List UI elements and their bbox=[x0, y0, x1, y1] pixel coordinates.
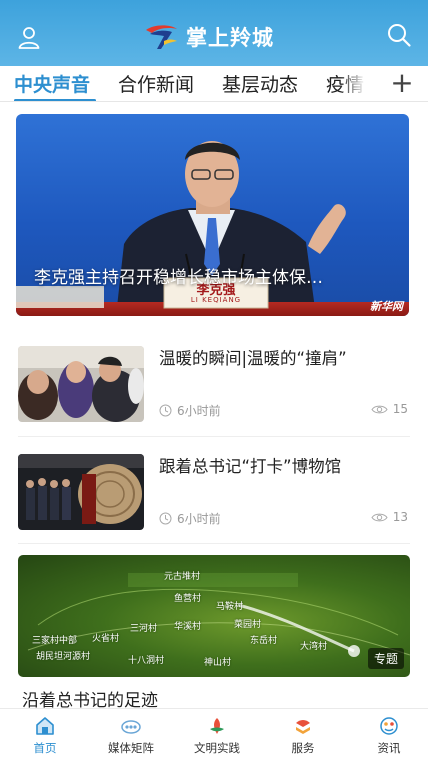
map-label: 华溪村 bbox=[174, 622, 202, 632]
map-label: 十八洞村 bbox=[128, 656, 165, 666]
map-label: 东岳村 bbox=[250, 636, 278, 646]
map-label: 菜园村 bbox=[234, 620, 262, 630]
nav-service-label: 服务 bbox=[291, 741, 315, 755]
news-time-text: 6小时前 bbox=[177, 512, 221, 526]
news-views-count: 13 bbox=[392, 510, 408, 524]
tab-grassroots-news[interactable]: 基层动态 bbox=[222, 70, 298, 97]
topic-tag: 专题 bbox=[367, 648, 404, 669]
news-item[interactable]: 跟着总书记“打卡”博物馆 6小时前 13 bbox=[18, 454, 410, 554]
tab-cooperation-news[interactable]: 合作新闻 bbox=[118, 70, 194, 97]
add-channel-button[interactable]: + bbox=[376, 66, 428, 101]
news-thumbnail bbox=[18, 346, 144, 422]
map-label: 马鞍村 bbox=[216, 602, 244, 612]
map-label: 神山村 bbox=[204, 658, 232, 668]
map-label: 大湾村 bbox=[300, 642, 328, 652]
nav-media-matrix-label: 媒体矩阵 bbox=[108, 741, 154, 755]
nav-service[interactable]: 服务 bbox=[268, 715, 338, 756]
news-title: 跟着总书记“打卡”博物馆 bbox=[159, 457, 342, 476]
news-thumbnail bbox=[18, 454, 144, 530]
app-header: 掌上羚城 bbox=[0, 0, 428, 66]
info-icon bbox=[380, 717, 398, 735]
news-views: 13 bbox=[371, 510, 408, 524]
map-label: 元古堆村 bbox=[164, 572, 201, 582]
tab-central-voice[interactable]: 中央声音 bbox=[14, 70, 90, 97]
app-logo-icon bbox=[146, 25, 177, 49]
news-time: 6小时前 bbox=[159, 402, 221, 419]
nav-civilization-practice[interactable]: 文明实践 bbox=[182, 715, 252, 756]
eye-icon bbox=[371, 405, 388, 413]
clock-icon bbox=[159, 512, 172, 525]
map-label: 三家村中部 bbox=[32, 636, 78, 646]
home-icon bbox=[36, 717, 54, 735]
clock-icon bbox=[159, 404, 172, 417]
app-title: 掌上羚城 bbox=[186, 26, 274, 50]
hero-caption: 李克强主持召开稳增长稳市场主体保… bbox=[34, 268, 323, 288]
nav-home-label: 首页 bbox=[33, 741, 57, 755]
media-matrix-icon bbox=[121, 720, 141, 734]
hero-banner[interactable]: 李克强 LI KEQIANG 李克强主持召开稳增长稳市场主体保… 新华网 bbox=[16, 114, 409, 316]
map-label: 火省村 bbox=[92, 634, 120, 644]
nav-media-matrix[interactable]: 媒体矩阵 bbox=[96, 715, 166, 756]
tab-fade bbox=[340, 66, 366, 101]
divider bbox=[18, 543, 410, 544]
nav-civilization-practice-label: 文明实践 bbox=[194, 741, 240, 755]
news-views-count: 15 bbox=[392, 402, 408, 416]
news-time-text: 6小时前 bbox=[177, 404, 221, 418]
news-item[interactable]: 温暖的瞬间|温暖的“撞肩” 6小时前 15 bbox=[18, 346, 410, 446]
news-views: 15 bbox=[371, 402, 408, 416]
nav-info-label: 资讯 bbox=[377, 741, 401, 755]
map-label: 鱼营村 bbox=[174, 594, 202, 604]
nameplate-pinyin: LI KEQIANG bbox=[190, 296, 242, 304]
bottom-tab-bar: 首页 媒体矩阵 文明实践 服务 资讯 bbox=[0, 708, 428, 760]
channel-tabs: 中央声音 合作新闻 基层动态 疫情 + bbox=[0, 66, 428, 102]
map-label: 胡民坦河源村 bbox=[36, 652, 91, 662]
topic-banner[interactable]: 三家村中部 火省村 胡民坦河源村 三河村十八洞村 菜园村 华溪村神山村 大湾村 东岳村 元古堆村… bbox=[18, 555, 410, 677]
service-icon bbox=[296, 720, 310, 734]
news-title: 温暖的瞬间|温暖的“撞肩” bbox=[159, 349, 347, 368]
eye-icon bbox=[371, 513, 388, 521]
nav-info[interactable]: 资讯 bbox=[354, 715, 424, 756]
civilization-practice-icon bbox=[210, 718, 224, 734]
app-brand: 掌上羚城 bbox=[142, 20, 274, 54]
nav-home[interactable]: 首页 bbox=[10, 715, 80, 756]
hero-watermark: 新华网 bbox=[370, 300, 403, 313]
user-icon bbox=[18, 27, 40, 49]
map-label: 三河村 bbox=[130, 624, 158, 634]
user-profile-button[interactable] bbox=[16, 24, 42, 50]
search-button[interactable] bbox=[386, 22, 412, 48]
search-icon bbox=[388, 24, 411, 47]
news-time: 6小时前 bbox=[159, 510, 221, 527]
active-tab-indicator bbox=[14, 99, 96, 101]
news-thumbnail-image bbox=[18, 454, 144, 530]
divider bbox=[18, 436, 410, 437]
news-thumbnail-image bbox=[18, 346, 144, 422]
